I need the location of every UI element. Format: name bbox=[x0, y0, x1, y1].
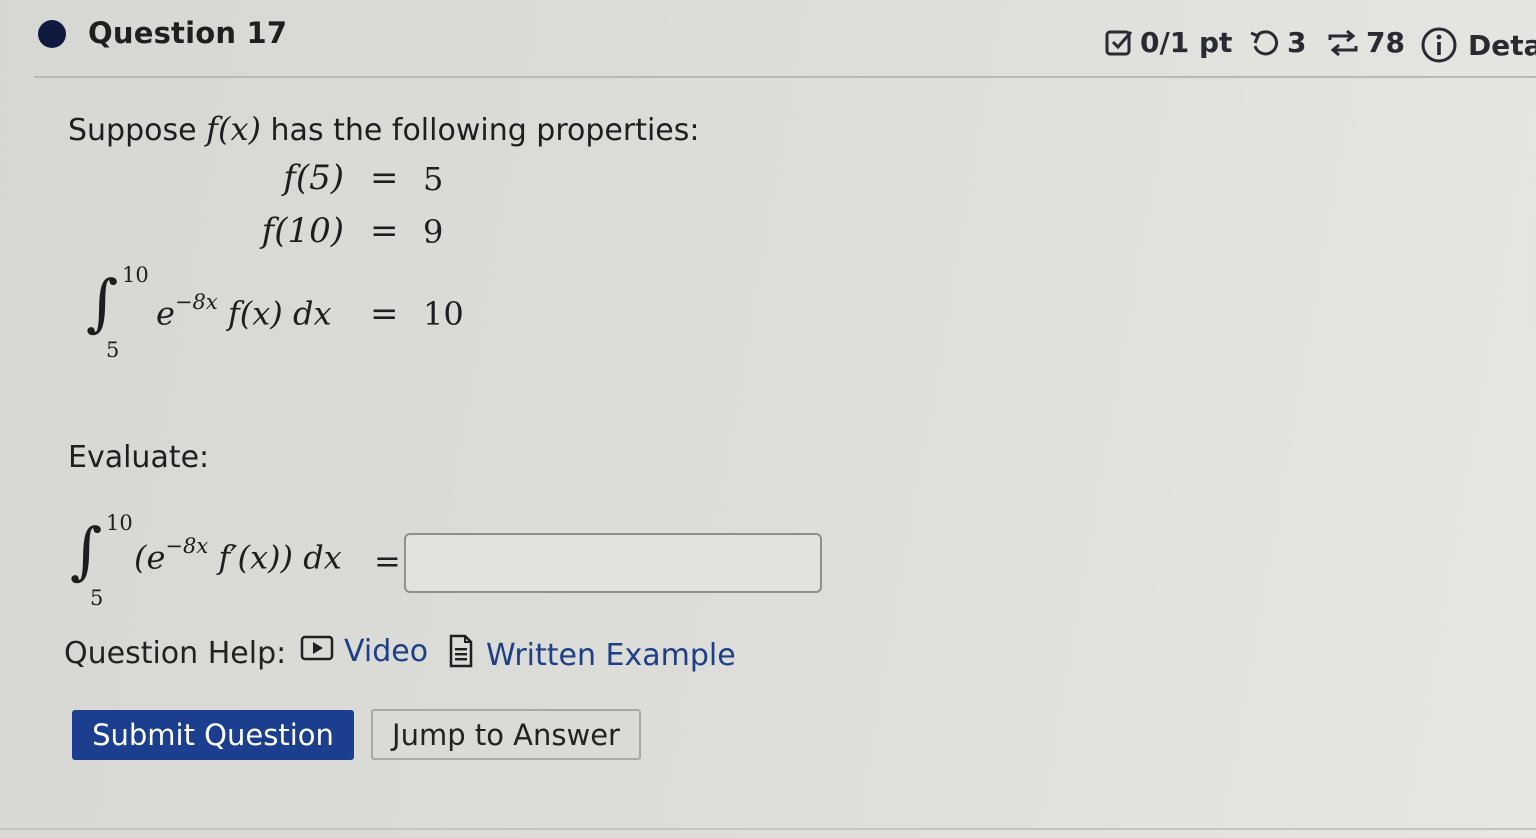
property-equals: = bbox=[370, 211, 399, 251]
versions-count: 78 bbox=[1366, 26, 1405, 59]
written-example-link[interactable]: Written Example bbox=[448, 634, 736, 676]
target-integrand: (e−8x f′(x)) dx bbox=[134, 534, 342, 577]
score-indicator: 0/1 pt bbox=[1104, 26, 1232, 59]
target-rest: f′(x)) dx bbox=[218, 538, 342, 577]
question-help-label: Question Help: bbox=[64, 636, 287, 671]
written-example-label: Written Example bbox=[486, 637, 736, 673]
integral-sign: ∫ bbox=[86, 266, 119, 339]
target-open: (e bbox=[134, 538, 166, 577]
property-lhs: f(5) bbox=[283, 158, 344, 198]
target-exp-power: −8x bbox=[165, 534, 209, 558]
integral-upper-limit: 10 bbox=[106, 511, 133, 535]
integral-value: 10 bbox=[423, 295, 464, 333]
integral-lower-limit: 5 bbox=[106, 338, 120, 362]
integral-upper-limit: 10 bbox=[122, 263, 149, 287]
video-link-label: Video bbox=[344, 634, 429, 669]
integrand-rest: f(x) dx bbox=[227, 294, 332, 333]
video-help-link[interactable]: Video bbox=[300, 634, 428, 669]
target-equals: = bbox=[374, 542, 401, 580]
video-icon bbox=[300, 634, 334, 669]
retry-icon bbox=[1249, 28, 1281, 58]
evaluate-label: Evaluate: bbox=[68, 440, 210, 475]
question-title: Question 17 bbox=[88, 16, 288, 50]
integrand: e−8x f(x) dx bbox=[156, 290, 332, 333]
exp-power: −8x bbox=[174, 290, 218, 314]
exp-base: e bbox=[156, 294, 175, 333]
checkbox-icon bbox=[1104, 28, 1134, 58]
details-button[interactable]: Deta bbox=[1420, 26, 1536, 64]
document-icon bbox=[448, 634, 474, 676]
intro-text: Suppose bbox=[68, 113, 197, 148]
property-lhs: f(10) bbox=[261, 211, 344, 251]
integral-sign: ∫ bbox=[70, 514, 103, 587]
footer-divider bbox=[0, 828, 1536, 830]
property-rhs: 9 bbox=[423, 213, 444, 251]
intro-rest: has the following properties: bbox=[270, 113, 700, 148]
score-text: 0/1 pt bbox=[1140, 26, 1233, 59]
property-equals: = bbox=[370, 158, 399, 198]
header-divider bbox=[34, 76, 1536, 78]
integral-equals: = bbox=[370, 294, 399, 334]
versions-indicator: 78 bbox=[1326, 26, 1405, 59]
swap-arrows-icon bbox=[1326, 28, 1360, 58]
integral-lower-limit: 5 bbox=[90, 586, 104, 610]
details-label: Deta bbox=[1468, 28, 1536, 62]
submit-question-button[interactable]: Submit Question bbox=[72, 710, 354, 760]
question-intro: Suppose f(x) has the following propertie… bbox=[68, 110, 699, 148]
answer-input[interactable] bbox=[404, 533, 822, 593]
intro-function: f(x) bbox=[206, 110, 261, 148]
property-rhs: 5 bbox=[423, 160, 444, 198]
info-icon bbox=[1420, 26, 1458, 64]
jump-to-answer-button[interactable]: Jump to Answer bbox=[371, 709, 641, 760]
attempts-indicator: 3 bbox=[1249, 26, 1306, 59]
question-status-dot bbox=[38, 20, 66, 48]
attempts-count: 3 bbox=[1287, 26, 1307, 59]
